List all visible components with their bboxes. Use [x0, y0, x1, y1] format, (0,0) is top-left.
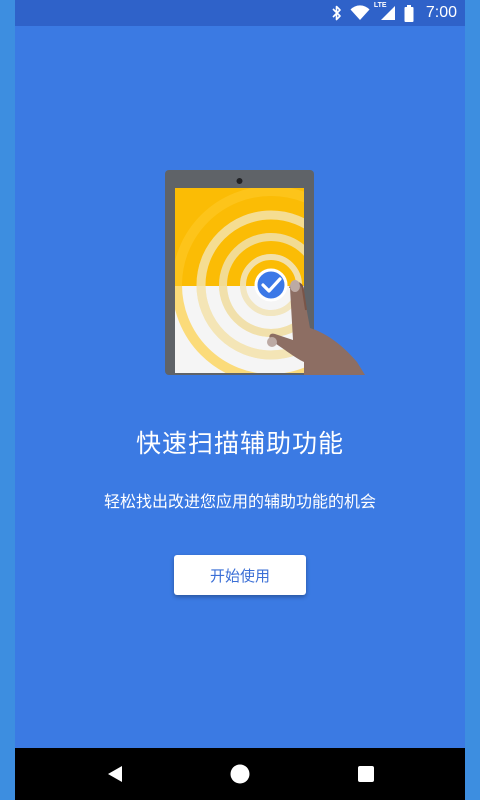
bluetooth-icon: [332, 5, 341, 21]
back-icon: [108, 766, 122, 782]
onboarding-title: 快速扫描辅助功能: [135, 429, 344, 458]
app-screen: LTE 7:00 快速扫描辅助功能 轻松找出改进您应用的辅助功能的机会 开始使用: [15, 0, 465, 800]
recents-icon: [358, 766, 374, 782]
cell-signal-icon: LTE: [374, 2, 396, 21]
check-badge-icon: [254, 268, 288, 302]
recents-button[interactable]: [352, 760, 380, 788]
get-started-button[interactable]: 开始使用: [174, 555, 306, 595]
onboarding-subtitle: 轻松找出改进您应用的辅助功能的机会: [103, 492, 376, 511]
tablet-scan-illustration: [165, 170, 365, 375]
status-bar: LTE 7:00: [15, 0, 465, 26]
status-icons: LTE 7:00: [332, 0, 457, 26]
battery-icon: [404, 4, 414, 22]
home-button[interactable]: [226, 760, 254, 788]
tablet-camera: [236, 178, 243, 184]
navigation-bar: [15, 748, 465, 800]
wifi-icon: [350, 5, 370, 21]
network-type-label: LTE: [373, 2, 387, 9]
back-button[interactable]: [101, 760, 129, 788]
home-icon: [230, 764, 250, 784]
clock: 7:00: [425, 4, 457, 21]
